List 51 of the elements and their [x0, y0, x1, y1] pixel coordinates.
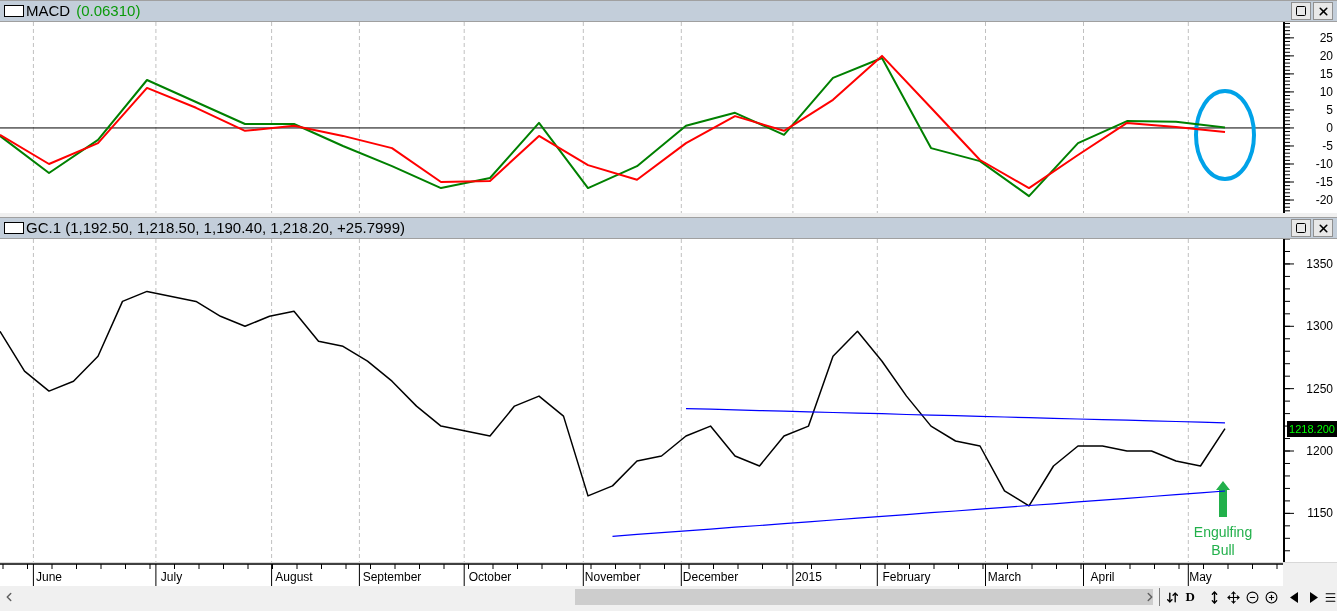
- axis-label: 1150: [1307, 506, 1333, 521]
- maximize-icon: [1295, 5, 1307, 17]
- left-triangle-icon[interactable]: [1290, 591, 1298, 603]
- axis-label: 1250: [1306, 381, 1333, 396]
- up-arrow: [1216, 481, 1230, 517]
- zoom-out-icon[interactable]: [1246, 590, 1259, 604]
- panel-icon: [4, 222, 24, 234]
- axis-label: 1300: [1306, 319, 1333, 334]
- axis-label: February: [882, 570, 931, 584]
- axis-label: April: [1090, 570, 1115, 584]
- axis-label: November: [584, 570, 641, 584]
- axis-label: 15: [1319, 66, 1333, 81]
- axis-label: August: [275, 570, 313, 584]
- axis-label: 20: [1319, 48, 1333, 63]
- panel-title: MACD: [26, 0, 71, 21]
- panel-icon: [4, 5, 24, 17]
- maximize-button[interactable]: [1291, 2, 1311, 20]
- axis-label: -5: [1322, 138, 1333, 153]
- right-triangle-icon[interactable]: [1310, 591, 1318, 603]
- zoom-in-icon[interactable]: [1265, 590, 1278, 604]
- axis-label: 2015: [795, 570, 822, 584]
- scrollbar-thumb[interactable]: [575, 589, 1153, 605]
- axis-label: -10: [1315, 157, 1333, 171]
- axis-label: 10: [1319, 84, 1333, 99]
- panel-title: GC.1 (1,192.50, 1,218.50, 1,190.40, 1,218.20, +25.7999): [26, 217, 406, 238]
- axis-label: -15: [1315, 175, 1333, 189]
- indicator-value: (0.06310): [76, 0, 141, 21]
- axis-label: 5: [1326, 102, 1333, 117]
- period-button[interactable]: D: [1184, 589, 1196, 605]
- axis-label: 0: [1326, 120, 1333, 135]
- close-icon: [1316, 221, 1330, 235]
- axis-label: March: [987, 570, 1022, 584]
- axis-label: September: [362, 570, 422, 584]
- axis-label: -20: [1315, 193, 1333, 208]
- axis-label: June: [36, 570, 62, 584]
- maximize-button[interactable]: [1291, 219, 1311, 237]
- menu-icon[interactable]: [1324, 590, 1337, 604]
- axis-label: 1350: [1306, 256, 1333, 271]
- close-button[interactable]: [1313, 219, 1333, 237]
- move-icon[interactable]: [1227, 590, 1240, 604]
- axis-label: July: [160, 570, 183, 584]
- close-icon: [1316, 4, 1330, 18]
- axis-label: December: [682, 570, 739, 584]
- close-button[interactable]: [1313, 2, 1333, 20]
- axis-label: October: [468, 570, 512, 584]
- last-price-label: 1218.200: [1287, 420, 1337, 437]
- maximize-icon: [1295, 222, 1307, 234]
- annotation-label: Engulfing Bull: [1192, 523, 1254, 559]
- axis-label: 1200: [1306, 444, 1333, 458]
- axis-label: 25: [1319, 30, 1333, 45]
- axis-label: May: [1189, 570, 1212, 584]
